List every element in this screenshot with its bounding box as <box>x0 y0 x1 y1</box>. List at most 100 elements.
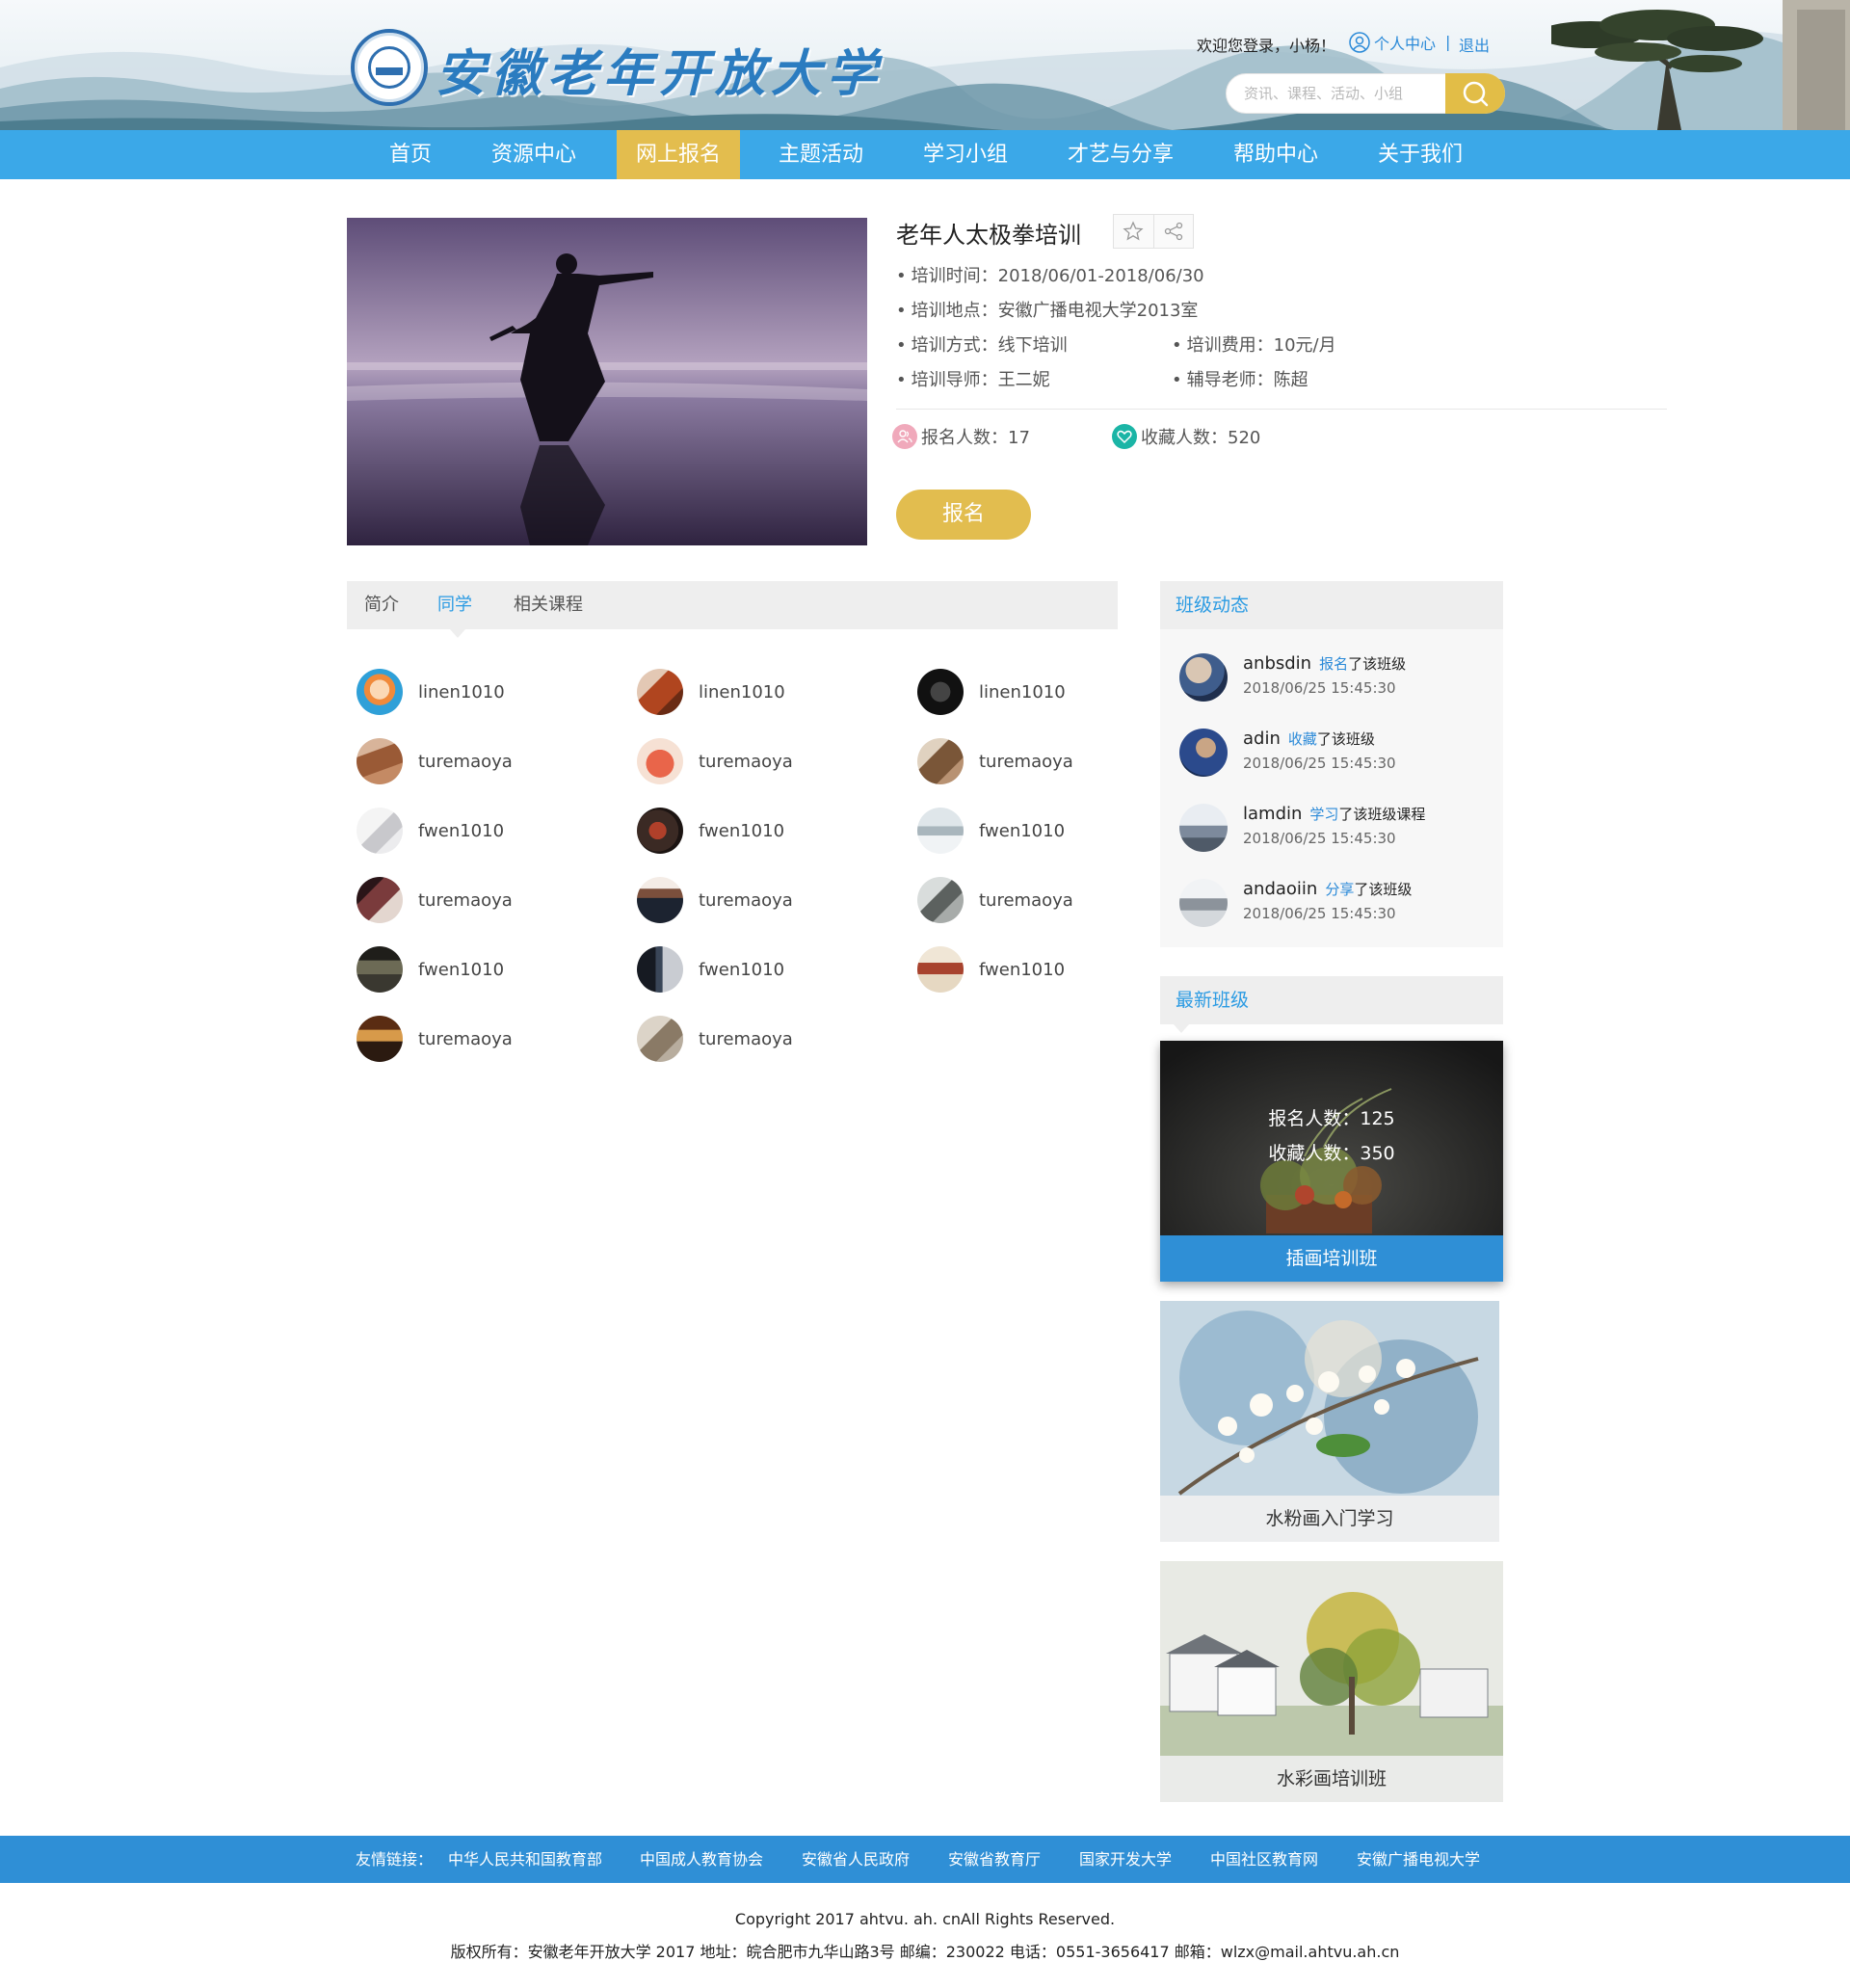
classmate-item[interactable]: turemaoya <box>357 877 513 923</box>
pine-tree-illustration <box>1551 0 1850 130</box>
avatar <box>1179 804 1228 852</box>
classmate-item[interactable]: turemaoya <box>637 1016 793 1062</box>
enrolled-count: 报名人数：17 <box>892 424 1030 449</box>
classmate-name: fwen1010 <box>418 820 505 841</box>
classmate-name: fwen1010 <box>699 959 785 980</box>
friend-link[interactable]: 安徽省人民政府 <box>802 1836 910 1883</box>
class-name: 水彩画培训班 <box>1160 1756 1503 1802</box>
nav-item-study-groups[interactable]: 学习小组 <box>910 130 1021 179</box>
classmate-item[interactable]: turemaoya <box>917 877 1073 923</box>
people-icon <box>892 424 917 449</box>
nav-item-help[interactable]: 帮助中心 <box>1220 130 1332 179</box>
classmate-item[interactable]: linen1010 <box>637 669 785 715</box>
search-box <box>1226 73 1505 114</box>
friend-links-bar: 友情链接： 中华人民共和国教育部 中国成人教育协会 安徽省人民政府 安徽省教育厅… <box>0 1836 1850 1883</box>
classmate-item[interactable]: fwen1010 <box>917 808 1065 854</box>
avatar <box>917 808 964 854</box>
tab-intro[interactable]: 简介 <box>364 581 399 629</box>
friend-link[interactable]: 国家开发大学 <box>1079 1836 1172 1883</box>
friend-link[interactable]: 中华人民共和国教育部 <box>448 1836 602 1883</box>
avatar <box>637 808 683 854</box>
feed-user-name: anbsdin <box>1243 653 1312 674</box>
feed-action: 报名 <box>1319 655 1349 673</box>
classmate-item[interactable]: linen1010 <box>357 669 505 715</box>
nav-item-activities[interactable]: 主题活动 <box>763 130 879 179</box>
classmate-item[interactable]: fwen1010 <box>357 808 504 854</box>
address-text: 版权所有：安徽老年开放大学 2017 地址：皖合肥市九华山路3号 邮编：2300… <box>450 1943 1400 1961</box>
feed-action-rest: 了该班级 <box>1348 655 1407 673</box>
active-tab-indicator <box>450 629 465 638</box>
classmate-item[interactable]: turemaoya <box>917 738 1073 784</box>
class-card[interactable]: 水彩画培训班 <box>1160 1561 1503 1802</box>
logout-link[interactable]: 退出 <box>1459 33 1490 56</box>
classmate-item[interactable]: fwen1010 <box>357 946 504 993</box>
enrolled-count-text: 报名人数：17 <box>921 428 1030 448</box>
classmate-item[interactable]: turemaoya <box>357 738 513 784</box>
user-center-link[interactable]: 个人中心 <box>1349 31 1436 54</box>
feed-user-name: lamdin <box>1243 804 1303 824</box>
avatar <box>1179 879 1228 927</box>
search-input[interactable] <box>1244 74 1427 113</box>
nav-item-talent-share[interactable]: 才艺与分享 <box>1054 130 1187 179</box>
classmate-item[interactable]: turemaoya <box>357 1016 513 1062</box>
friend-link[interactable]: 中国社区教育网 <box>1210 1836 1318 1883</box>
classmate-item[interactable]: turemaoya <box>637 877 793 923</box>
header-separator: | <box>1445 33 1451 51</box>
feed-user-name: andaoiin <box>1243 879 1318 899</box>
signup-button[interactable]: 报名 <box>896 490 1031 540</box>
favorite-count: 收藏人数：520 <box>1112 424 1260 449</box>
avatar <box>637 1016 683 1062</box>
avatar <box>1179 729 1228 777</box>
classmate-item[interactable]: fwen1010 <box>637 946 784 993</box>
classmate-item[interactable]: turemaoya <box>637 738 793 784</box>
feed-item[interactable]: andaoiin 分享了该班级 2018/06/25 15:45:30 <box>1179 879 1412 927</box>
feed-time: 2018/06/25 15:45:30 <box>1243 679 1396 697</box>
star-icon <box>1123 221 1144 241</box>
training-teacher: 培训导师：王二妮 <box>896 366 1050 391</box>
university-seal-logo[interactable] <box>351 29 428 106</box>
nav-item-resources[interactable]: 资源中心 <box>476 130 592 179</box>
classmate-name: linen1010 <box>418 681 505 702</box>
training-time: 培训时间：2018/06/01-2018/06/30 <box>896 262 1204 287</box>
friend-link[interactable]: 中国成人教育协会 <box>640 1836 763 1883</box>
site-logo-text[interactable]: 安徽老年开放大学 <box>436 33 883 105</box>
classmate-item[interactable]: fwen1010 <box>637 808 784 854</box>
classmate-name: turemaoya <box>979 889 1073 911</box>
avatar <box>637 669 683 715</box>
avatar <box>357 738 403 784</box>
info-divider <box>896 409 1667 410</box>
feed-action: 收藏 <box>1287 730 1317 748</box>
tab-classmates[interactable]: 同学 <box>437 581 472 629</box>
favorite-button[interactable] <box>1114 215 1153 248</box>
nav-item-home[interactable]: 首页 <box>370 130 451 179</box>
classmate-name: fwen1010 <box>418 959 505 980</box>
nav-item-online-signup[interactable]: 网上报名 <box>617 130 740 179</box>
class-enrolled: 报名人数：125 <box>1268 1108 1395 1129</box>
classmate-name: turemaoya <box>699 1028 793 1049</box>
share-button[interactable] <box>1152 215 1194 248</box>
avatar <box>1179 653 1228 702</box>
search-button[interactable] <box>1445 73 1505 114</box>
feed-action: 分享 <box>1325 881 1355 898</box>
classmate-item[interactable]: linen1010 <box>917 669 1066 715</box>
new-classes-title: 最新班级 <box>1160 976 1503 1024</box>
feed-item[interactable]: anbsdin 报名了该班级 2018/06/25 15:45:30 <box>1179 653 1406 702</box>
classmate-item[interactable]: fwen1010 <box>917 946 1065 993</box>
nav-item-about[interactable]: 关于我们 <box>1364 130 1476 179</box>
classmate-name: turemaoya <box>979 751 1073 772</box>
class-card[interactable]: 水粉画入门学习 <box>1160 1301 1499 1542</box>
friend-link[interactable]: 安徽省教育厅 <box>948 1836 1041 1883</box>
avatar <box>917 738 964 784</box>
class-card[interactable]: 报名人数：125 收藏人数：350 插画培训班 <box>1160 1041 1503 1282</box>
class-name: 插画培训班 <box>1160 1235 1503 1282</box>
class-feed-title: 班级动态 <box>1160 581 1503 629</box>
friend-link[interactable]: 安徽广播电视大学 <box>1357 1836 1480 1883</box>
feed-item[interactable]: lamdin 学习了该班级课程 2018/06/25 15:45:30 <box>1179 804 1425 852</box>
classmate-name: turemaoya <box>418 1028 513 1049</box>
avatar <box>357 808 403 854</box>
avatar <box>637 877 683 923</box>
class-name: 水粉画入门学习 <box>1160 1496 1499 1542</box>
tab-related-courses[interactable]: 相关课程 <box>514 581 583 629</box>
friend-links-label: 友情链接： <box>356 1850 434 1869</box>
feed-item[interactable]: adin 收藏了该班级 2018/06/25 15:45:30 <box>1179 729 1396 777</box>
